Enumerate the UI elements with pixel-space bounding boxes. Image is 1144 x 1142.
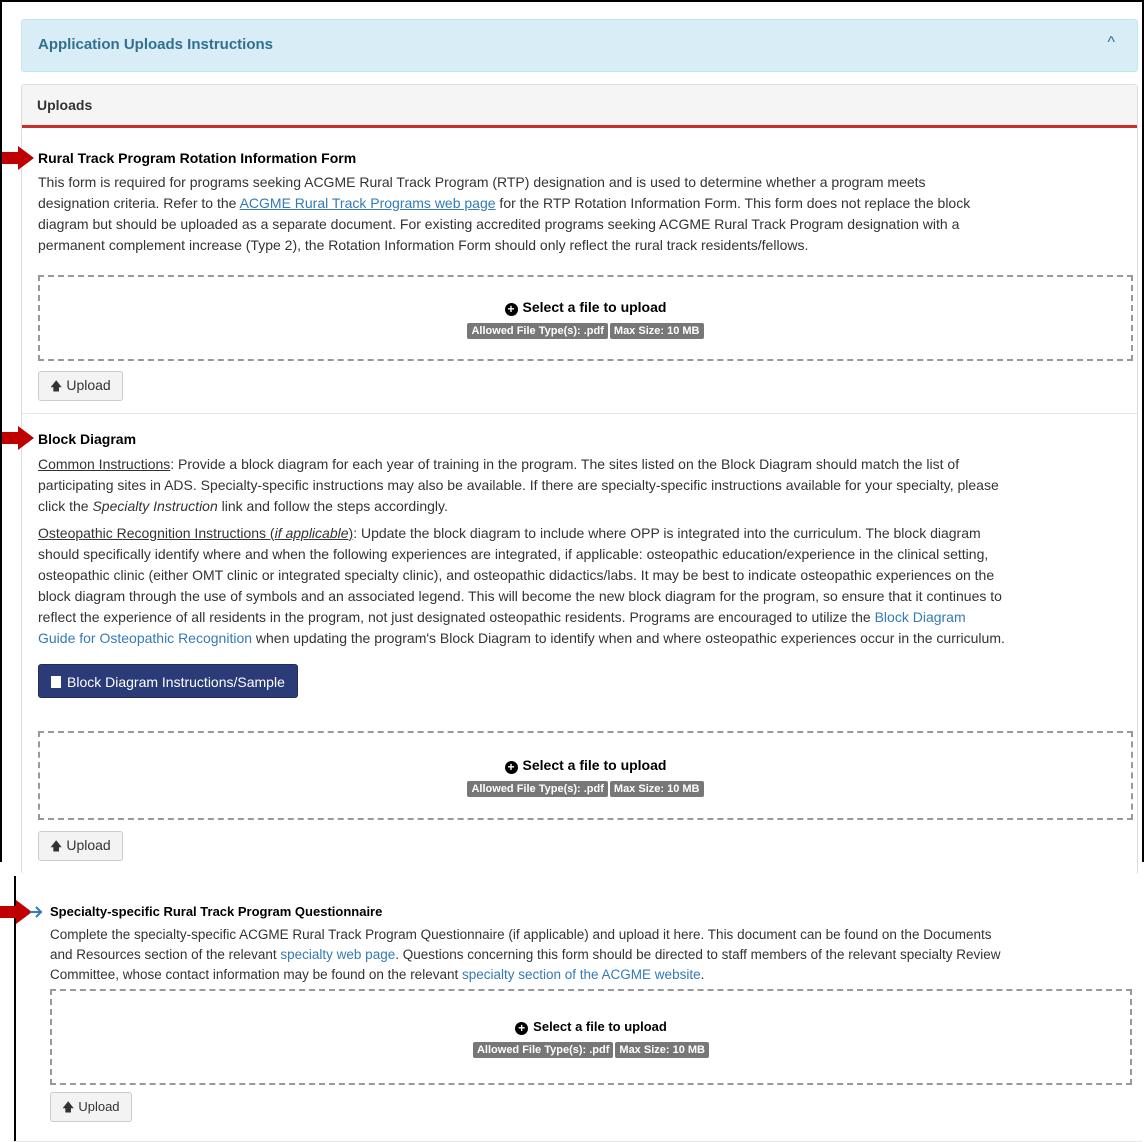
section-divider	[22, 413, 1137, 414]
allowed-file-type-badge: Allowed File Type(s): .pdf	[467, 781, 608, 797]
osteo-instructions-line4: block diagram through the use of symbols…	[38, 588, 1002, 604]
osteo-instructions-line1: Osteopathic Recognition Instructions (if…	[38, 525, 981, 541]
instructions-accordion-header[interactable]: Application Uploads Instructions ^	[21, 19, 1138, 72]
block-diagram-guide-link-cont[interactable]: Guide for Osteopathic Recognition	[38, 630, 252, 646]
rtp-form-line3: diagram but should be uploaded as a sepa…	[38, 216, 960, 232]
acgme-specialty-section-link[interactable]: specialty section of the ACGME website	[462, 967, 701, 982]
questionnaire-line3: Committee, whose contact information may…	[50, 967, 705, 982]
common-instructions-line2: participating sites in ADS. Specialty-sp…	[38, 477, 999, 493]
questionnaire-title: Specialty-specific Rural Track Program Q…	[50, 904, 383, 919]
max-size-badge: Max Size: 10 MB	[615, 1042, 709, 1058]
rtp-form-line1: This form is required for programs seeki…	[38, 174, 926, 190]
blue-arrow-icon	[30, 906, 43, 918]
block-diagram-guide-link[interactable]: Block Diagram	[875, 609, 966, 625]
max-size-badge: Max Size: 10 MB	[609, 781, 704, 797]
file-constraints: Allowed File Type(s): .pdf Max Size: 10 M…	[40, 779, 1131, 797]
common-instructions-line1: Common Instructions: Provide a block dia…	[38, 456, 960, 472]
red-pointer-arrow-icon	[2, 426, 34, 450]
block-diagram-instructions-button[interactable]: Block Diagram Instructions/Sample	[38, 664, 298, 698]
specialty-web-page-link[interactable]: specialty web page	[280, 947, 395, 962]
plus-circle-icon: +	[504, 761, 518, 774]
common-instructions-line3: click the Specialty Instruction link and…	[38, 498, 448, 514]
osteo-instructions-line5: reflect the experience of all residents …	[38, 609, 966, 625]
file-constraints: Allowed File Type(s): .pdf Max Size: 10 M…	[52, 1040, 1130, 1058]
file-icon	[51, 676, 61, 688]
plus-circle-icon: +	[504, 303, 518, 316]
questionnaire-line1: Complete the specialty-specific ACGME Ru…	[50, 927, 992, 942]
osteo-instructions-line2: should specifically identify where and w…	[38, 546, 989, 562]
questionnaire-dropzone[interactable]: + Select a file to upload Allowed File Ty…	[50, 989, 1132, 1085]
file-constraints: Allowed File Type(s): .pdf Max Size: 10 M…	[40, 321, 1131, 339]
acgme-rtp-web-page-link[interactable]: ACGME Rural Track Programs web page	[240, 195, 496, 211]
uploads-panel-title: Uploads	[37, 97, 93, 113]
allowed-file-type-badge: Allowed File Type(s): .pdf	[467, 323, 608, 339]
allowed-file-type-badge: Allowed File Type(s): .pdf	[472, 1042, 614, 1058]
plus-circle-icon: +	[515, 1022, 529, 1035]
main-screenshot-frame: Application Uploads Instructions ^ Uploa…	[0, 0, 1144, 874]
block-diagram-title: Block Diagram	[38, 431, 137, 447]
osteo-instructions-line3: osteopathic clinic (either OMT clinic or…	[38, 567, 995, 583]
chevron-up-icon[interactable]: ^	[1107, 34, 1115, 52]
block-diagram-upload-button[interactable]: 🡅 Upload	[38, 831, 123, 861]
rtp-form-line4: permanent complement increase (Type 2), …	[38, 237, 809, 253]
select-file-label[interactable]: + Select a file to upload	[40, 757, 1131, 774]
arrow-up-icon: 🡅	[62, 1100, 75, 1114]
osteo-instructions-line6: Guide for Osteopathic Recognition when u…	[38, 630, 1005, 646]
questionnaire-upload-button[interactable]: 🡅 Upload	[50, 1092, 132, 1122]
uploads-panel: Uploads Rural Track Program Rotation Inf…	[21, 84, 1138, 874]
rtp-form-line2: designation criteria. Refer to the ACGME…	[38, 195, 971, 211]
questionnaire-line2: and Resources section of the relevant sp…	[50, 947, 1001, 962]
rtp-form-dropzone[interactable]: + Select a file to upload Allowed File Ty…	[38, 275, 1133, 361]
select-file-label[interactable]: + Select a file to upload	[40, 299, 1131, 316]
questionnaire-screenshot-frame: Specialty-specific Rural Track Program Q…	[14, 876, 1144, 1142]
accordion-title: Application Uploads Instructions	[38, 36, 274, 53]
rtp-form-upload-button[interactable]: 🡅 Upload	[38, 371, 123, 401]
max-size-badge: Max Size: 10 MB	[609, 323, 704, 339]
uploads-panel-header: Uploads	[22, 85, 1137, 128]
arrow-up-icon: 🡅	[50, 379, 63, 393]
select-file-label[interactable]: + Select a file to upload	[52, 1019, 1130, 1035]
arrow-up-icon: 🡅	[50, 839, 63, 853]
rtp-form-title: Rural Track Program Rotation Information…	[38, 150, 357, 166]
red-pointer-arrow-icon	[2, 146, 34, 170]
block-diagram-dropzone[interactable]: + Select a file to upload Allowed File Ty…	[38, 731, 1133, 820]
